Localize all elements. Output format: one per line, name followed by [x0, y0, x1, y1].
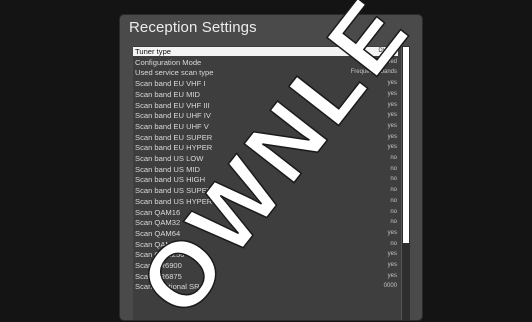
setting-label: Tuner type [135, 47, 172, 56]
setting-label: Scan QAM16 [135, 207, 181, 217]
setting-label: Configuration Mode [135, 57, 202, 67]
setting-label: Scan band EU HYPER [135, 143, 213, 153]
settings-row[interactable]: Configuration Mode enabled [133, 58, 398, 67]
settings-row[interactable]: Scan band EU HYPER yes [133, 143, 398, 152]
setting-value: no [390, 208, 397, 215]
setting-value: 0000 [383, 283, 397, 290]
setting-label: Scan band EU UHF IV [135, 111, 211, 121]
setting-label: Scan band EU VHF III [135, 100, 210, 110]
setting-label: Scan band US MID [135, 164, 200, 174]
settings-row[interactable]: Scan SR6875 yes [133, 272, 398, 281]
settings-row[interactable]: Scan additional SR 0000 [133, 282, 398, 291]
setting-value: yes [387, 251, 397, 258]
settings-row[interactable]: Scan QAM32 no [133, 218, 398, 227]
panel-title: Reception Settings [129, 19, 257, 36]
scrollbar[interactable] [401, 46, 410, 320]
setting-label: Scan additional SR [135, 282, 200, 292]
setting-value: yes [387, 272, 397, 279]
setting-value: no [390, 240, 397, 247]
settings-row[interactable]: Scan band US HIGH no [133, 175, 398, 184]
setting-label: Scan SR6875 [135, 271, 182, 281]
setting-label: Scan QAM256 [135, 250, 185, 260]
settings-row[interactable]: Scan band EU UHF IV yes [133, 111, 398, 120]
setting-value: yes [387, 90, 397, 97]
setting-value: no [390, 176, 397, 183]
setting-label: Scan QAM32 [135, 218, 181, 228]
setting-value: yes [387, 144, 397, 151]
setting-value: no [390, 197, 397, 204]
settings-list: Tuner type DVB-C Configuration Mode enabled… [133, 46, 410, 320]
settings-row[interactable]: Used service scan type Frequency bands [133, 68, 398, 77]
setting-label: Scan SR6900 [135, 261, 182, 270]
setting-label: Scan band EU VHF I [135, 79, 206, 89]
setting-label: Scan band EU SUPER [135, 132, 213, 142]
settings-row[interactable]: Scan SR6900 yes [133, 261, 398, 270]
settings-row[interactable]: Scan band US SUPER no [133, 186, 398, 195]
setting-label: Scan band EU MID [135, 89, 200, 99]
setting-value: enabled [375, 58, 397, 65]
setting-value: no [390, 165, 397, 172]
setting-value: no [390, 219, 397, 226]
setting-label: Scan band US HYPER [135, 196, 213, 206]
setting-value: yes [387, 101, 397, 108]
setting-label: Scan QAM64 [135, 228, 181, 238]
setting-label: Used service scan type [135, 68, 214, 78]
settings-row[interactable]: Scan QAM16 no [133, 208, 398, 217]
setting-value: yes [387, 229, 397, 236]
setting-label: Scan band US LOW [135, 154, 204, 163]
settings-row[interactable]: Scan QAM128 no [133, 240, 398, 249]
settings-row[interactable]: Scan band EU VHF I yes [133, 79, 398, 88]
setting-value: yes [387, 133, 397, 140]
setting-value: no [390, 187, 397, 194]
settings-row[interactable]: Scan QAM256 yes [133, 250, 398, 259]
settings-row[interactable]: Scan band US MID no [133, 165, 398, 174]
settings-row[interactable]: Tuner type DVB-C [133, 47, 398, 56]
setting-label: Scan band US SUPER [135, 186, 213, 196]
settings-row[interactable]: Scan QAM64 yes [133, 229, 398, 238]
setting-value: no [390, 155, 397, 161]
setting-value: yes [387, 262, 397, 268]
setting-value: yes [387, 122, 397, 129]
setting-label: Scan band EU UHF V [135, 121, 209, 131]
reception-settings-panel: Reception Settings Tuner type DVB-C Config… [120, 15, 422, 320]
setting-value: DVB-C [378, 48, 397, 54]
setting-label: Scan QAM128 [135, 239, 185, 249]
setting-value: Frequency bands [350, 69, 397, 76]
settings-row[interactable]: Scan band EU UHF V yes [133, 122, 398, 131]
settings-row[interactable]: Scan band EU MID yes [133, 90, 398, 99]
setting-label: Scan band US HIGH [135, 175, 206, 185]
settings-row[interactable]: Scan band EU SUPER yes [133, 133, 398, 142]
settings-row[interactable]: Scan band US HYPER no [133, 197, 398, 206]
setting-value: yes [387, 112, 397, 119]
settings-row[interactable]: Scan band US LOW no [133, 154, 398, 163]
tv-screen: Reception Settings Tuner type DVB-C Config… [0, 0, 532, 322]
scrollbar-thumb[interactable] [403, 47, 409, 243]
setting-value: yes [387, 80, 397, 87]
settings-row[interactable]: Scan band EU VHF III yes [133, 101, 398, 110]
